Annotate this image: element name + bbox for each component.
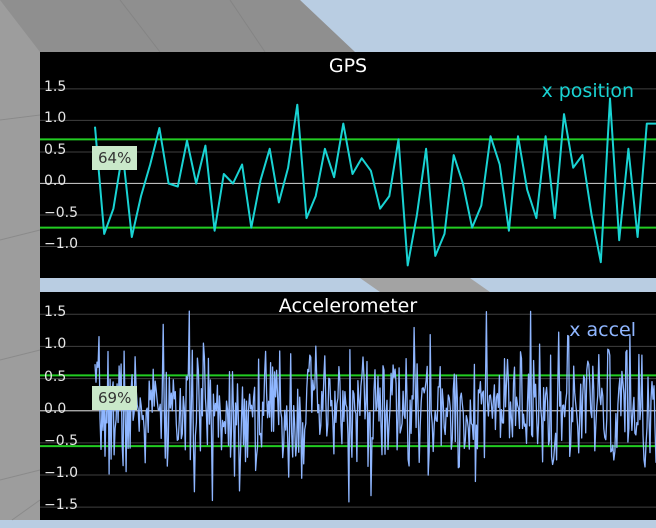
gps-chart-panel: GPS x position 1.5 1.0 0.5 0.0 −0.5 −1.0 64% — [40, 52, 656, 278]
gps-y-tick-label: 1.5 — [44, 78, 67, 95]
gps-chart-title: GPS — [328, 55, 368, 77]
accelerometer-y-tick-label: 0.0 — [44, 400, 67, 417]
gps-y-tick-label: −0.5 — [44, 204, 78, 221]
accelerometer-y-tick-label: −1.0 — [44, 465, 78, 481]
gps-y-tick-label: 1.0 — [44, 110, 67, 127]
gps-y-tick-label: 0.0 — [44, 173, 67, 190]
accelerometer-chart-title: Accelerometer — [278, 295, 418, 317]
gps-legend-label: x position — [541, 80, 634, 102]
accelerometer-y-tick-label: 1.0 — [44, 336, 67, 353]
ground-corner — [360, 278, 490, 292]
accelerometer-y-tick-label: 0.5 — [44, 368, 67, 385]
accelerometer-legend-label: x accel — [569, 319, 636, 341]
ground-strip — [40, 278, 656, 292]
gps-percent-badge: 64% — [92, 146, 138, 170]
accelerometer-chart-panel: Accelerometer x accel 1.5 1.0 0.5 0.0 −0.5 −1… — [40, 292, 656, 520]
gps-y-tick-label: −1.0 — [44, 236, 78, 253]
ground-plane-shade — [0, 0, 355, 52]
gps-series-line — [94, 97, 656, 267]
accelerometer-percent-badge: 69% — [92, 386, 138, 410]
accelerometer-y-tick-label: −1.5 — [44, 497, 78, 514]
accelerometer-y-tick-label: 1.5 — [44, 304, 67, 321]
gps-y-tick-label: 0.5 — [44, 141, 67, 158]
accelerometer-y-tick-label: −0.5 — [44, 432, 78, 449]
